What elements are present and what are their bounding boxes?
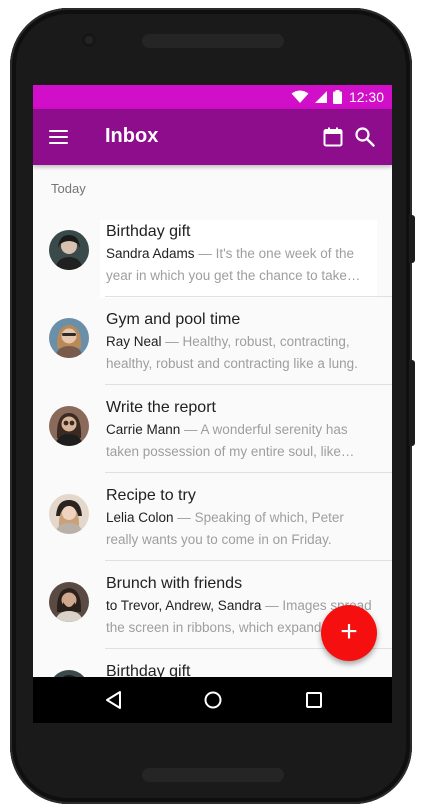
message-sender: Carrie Mann: [106, 422, 181, 437]
navigation-bar: [33, 677, 392, 723]
message-separator: —: [194, 246, 216, 261]
page-title: Inbox: [105, 125, 159, 147]
message-snippet-continued: year in which you get the chance to take…: [106, 268, 361, 283]
message-separator: —: [180, 422, 201, 437]
list-item[interactable]: Gym and pool time Ray Neal — Healthy, ro…: [33, 297, 392, 385]
message-separator: —: [161, 334, 183, 349]
message-snippet-continued: healthy, robust and contracting like a l…: [106, 356, 358, 371]
calendar-icon[interactable]: [323, 127, 343, 147]
app-bar: Inbox: [33, 109, 392, 165]
message-content: Gym and pool time Ray Neal — Healthy, ro…: [100, 308, 377, 386]
message-subject: Recipe to try: [106, 487, 196, 504]
avatar: [49, 582, 89, 622]
screen: 12:30 Inbox Today Birthday gift Sandra A…: [33, 85, 392, 723]
message-sender: Lelia Colon: [106, 510, 174, 525]
avatar: [49, 318, 89, 358]
avatar: [49, 494, 89, 534]
battery-icon: [332, 90, 342, 104]
message-snippet: Speaking of which, Peter: [194, 510, 344, 525]
earpiece-speaker: [142, 34, 284, 48]
message-snippet: Healthy, robust, contracting,: [182, 334, 350, 349]
list-item[interactable]: Recipe to try Lelia Colon — Speaking of …: [33, 473, 392, 561]
wifi-icon: [291, 90, 309, 103]
message-snippet-continued: taken possession of my entire soul, like…: [106, 444, 355, 459]
menu-icon-bar: [49, 136, 68, 138]
avatar: [49, 230, 89, 270]
message-subject: Brunch with friends: [106, 575, 243, 592]
message-content: Write the report Carrie Mann — A wonderf…: [100, 396, 377, 474]
message-snippet: It's the one week of the: [215, 246, 354, 261]
bottom-speaker: [142, 768, 284, 782]
section-header-today: Today: [51, 181, 86, 196]
status-icons: 12:30: [291, 88, 384, 106]
message-snippet-continued: really wants you to come in on Friday.: [106, 532, 332, 547]
list-item[interactable]: Birthday gift Sandra Adams — It's the on…: [33, 209, 392, 298]
compose-button[interactable]: +: [321, 605, 377, 661]
signal-icon: [314, 91, 327, 103]
message-content: Recipe to try Lelia Colon — Speaking of …: [100, 484, 377, 562]
power-button: [409, 360, 415, 446]
message-sender: to Trevor, Andrew, Sandra: [106, 598, 262, 613]
search-icon[interactable]: [353, 125, 377, 149]
message-subject: Birthday gift: [106, 223, 191, 240]
back-icon[interactable]: [103, 689, 125, 711]
status-time: 12:30: [348, 89, 384, 105]
message-sender: Sandra Adams: [106, 246, 195, 261]
plus-icon: +: [340, 614, 358, 648]
menu-icon-bar: [49, 130, 68, 132]
front-camera: [82, 33, 96, 47]
message-content: Birthday gift Sandra Adams — It's the on…: [100, 220, 377, 298]
avatar: [49, 406, 89, 446]
menu-icon-bar: [49, 142, 68, 144]
list-item[interactable]: Write the report Carrie Mann — A wonderf…: [33, 385, 392, 473]
volume-button: [409, 215, 415, 263]
message-separator: —: [173, 510, 195, 525]
message-subject: Write the report: [106, 399, 216, 416]
recents-icon[interactable]: [303, 689, 325, 711]
home-icon[interactable]: [202, 689, 224, 711]
status-bar: 12:30: [33, 85, 392, 109]
message-separator: —: [261, 598, 283, 613]
menu-button[interactable]: [49, 125, 73, 149]
message-snippet: A wonderful serenity has: [200, 422, 348, 437]
message-sender: Ray Neal: [106, 334, 162, 349]
message-subject: Gym and pool time: [106, 311, 241, 328]
